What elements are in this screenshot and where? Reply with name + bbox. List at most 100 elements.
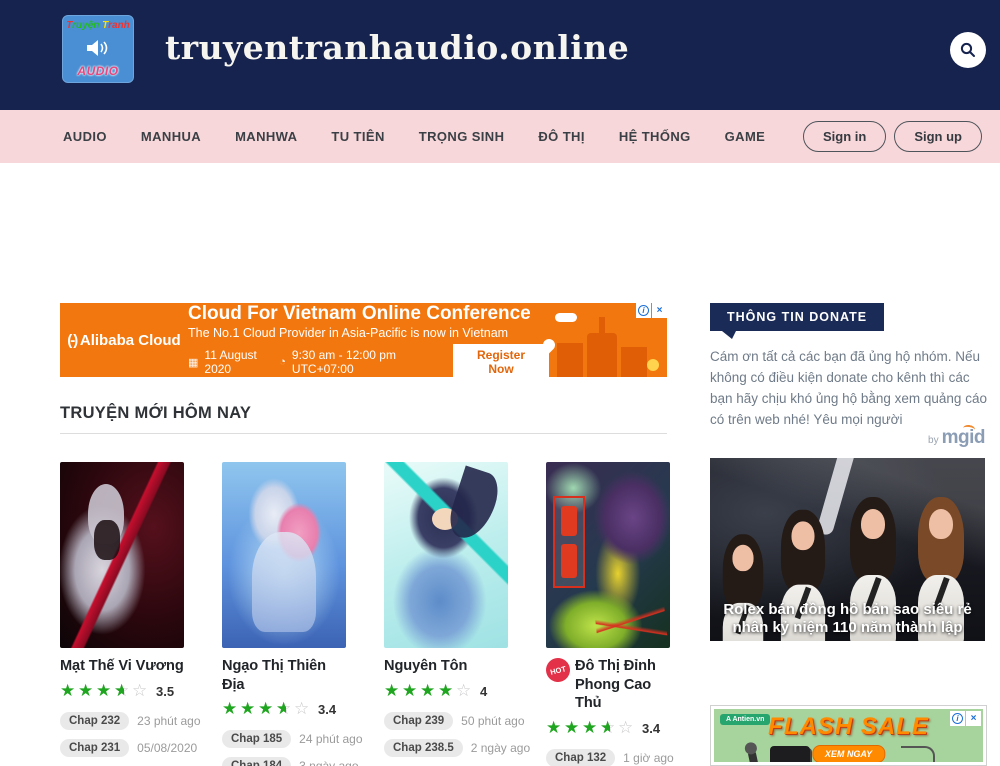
- chapter-time: 24 phút ago: [299, 732, 362, 746]
- search-button[interactable]: [950, 32, 986, 68]
- rating-stars: ★★★☆★☆: [60, 682, 150, 701]
- ad-close-icon[interactable]: ×: [966, 711, 981, 726]
- rating-stars: ★★★☆★☆: [546, 719, 636, 738]
- nav-item-game[interactable]: GAME: [725, 129, 766, 144]
- rating: ★★★☆★☆ 3.4: [222, 700, 346, 719]
- comic-cover-image[interactable]: [60, 462, 184, 648]
- chapter-list: Chap 185 24 phút ago Chap 184 3 ngày ago: [222, 730, 346, 766]
- mgid-by-label: by: [928, 435, 939, 446]
- chapter-badge[interactable]: Chap 232: [60, 712, 129, 730]
- xem-ngay-button[interactable]: XEM NGAY: [812, 745, 885, 762]
- ad-info-icon[interactable]: i: [636, 303, 651, 318]
- rating-value: 3.4: [318, 702, 336, 717]
- chapter-badge[interactable]: Chap 132: [546, 749, 615, 766]
- rating-value: 4: [480, 684, 487, 699]
- site-header: Truyện Tranh AUDIO truyentranhaudio.onli…: [0, 0, 1000, 110]
- comic-title[interactable]: Ngạo Thị Thiên Địa: [222, 657, 346, 694]
- chapter-row: Chap 231 05/08/2020: [60, 739, 184, 757]
- new-comics-grid: Mạt Thế Vi Vương ★★★☆★☆ 3.5 Chap 232 23 …: [60, 462, 672, 766]
- chapter-badge[interactable]: Chap 239: [384, 712, 453, 730]
- site-logo[interactable]: Truyện Tranh AUDIO: [62, 15, 134, 83]
- chapter-badge[interactable]: Chap 238.5: [384, 739, 463, 757]
- chapter-time: 23 phút ago: [137, 714, 200, 728]
- main-nav: AUDIO MANHUA MANHWA TU TIÊN TRỌNG SINH Đ…: [0, 110, 1000, 163]
- chapter-badge[interactable]: Chap 231: [60, 739, 129, 757]
- flash-sale-inner: A Antien.vn FLASH SALE XEM NGAY i ×: [714, 709, 983, 762]
- rating-stars: ★★★☆★☆: [222, 700, 312, 719]
- chapter-row: Chap 239 50 phút ago: [384, 712, 508, 730]
- ad-info-icon[interactable]: i: [950, 711, 965, 726]
- chapter-list: Chap 132 1 giờ ago Chap 131 05/08/2020: [546, 749, 670, 766]
- cover-script-decoration: [594, 604, 667, 645]
- comic-title[interactable]: Mạt Thế Vi Vương: [60, 657, 184, 676]
- microphone-product-image: [747, 749, 760, 762]
- calendar-icon: ▦: [188, 356, 198, 369]
- chapter-list: Chap 232 23 phút ago Chap 231 05/08/2020: [60, 712, 184, 757]
- building-shape: [557, 343, 583, 377]
- powerbank-product-image: [770, 746, 810, 762]
- flash-sale-ad[interactable]: A Antien.vn FLASH SALE XEM NGAY i ×: [710, 705, 987, 766]
- donate-ribbon-heading: THÔNG TIN DONATE: [710, 303, 884, 331]
- site-title[interactable]: truyentranhaudio.online: [165, 28, 629, 67]
- mgid-attribution[interactable]: bymgid: [710, 427, 985, 449]
- rating-value: 3.4: [642, 721, 660, 736]
- logo-script-text: Truyện Tranh: [66, 20, 130, 31]
- native-ad-caption: Rolex bán đồng hồ bản sao siêu rẻ nhân k…: [710, 601, 985, 637]
- alibaba-logo-icon: (-): [67, 332, 76, 349]
- comic-title[interactable]: Nguyên Tôn: [384, 657, 467, 676]
- nav-item-manhua[interactable]: MANHUA: [141, 129, 201, 144]
- register-now-button[interactable]: Register Now: [453, 344, 549, 377]
- ad-controls: i ×: [950, 711, 981, 726]
- comic-cover-image[interactable]: [222, 462, 346, 648]
- lamp-product-image: [901, 746, 935, 762]
- chapter-badge[interactable]: Chap 184: [222, 757, 291, 766]
- banner-subtitle: The No.1 Cloud Provider in Asia-Pacific …: [188, 326, 549, 340]
- alibaba-brand: (-) Alibaba Cloud: [60, 332, 188, 349]
- comic-cover-image[interactable]: [546, 462, 670, 648]
- cloud-icon: [555, 313, 577, 322]
- auth-buttons: Sign in Sign up: [803, 121, 982, 152]
- rating-stars: ★★★★☆: [384, 682, 474, 701]
- building-spire: [599, 317, 605, 333]
- chapter-badge[interactable]: Chap 185: [222, 730, 291, 748]
- native-ad-image[interactable]: Rolex bán đồng hồ bản sao siêu rẻ nhân k…: [710, 458, 985, 641]
- banner-title: Cloud For Vietnam Online Conference: [188, 303, 549, 324]
- section-divider: [60, 433, 667, 434]
- building-shape: [621, 347, 647, 377]
- chapter-time: 1 giờ ago: [623, 751, 674, 765]
- clock-icon: ◔: [279, 356, 286, 368]
- chapter-row: Chap 132 1 giờ ago: [546, 749, 670, 766]
- rating: ★★★★☆ 4: [384, 682, 508, 701]
- chapter-time: 05/08/2020: [137, 741, 197, 755]
- flash-sale-title: FLASH SALE: [714, 713, 983, 741]
- nav-item-trong-sinh[interactable]: TRỌNG SINH: [419, 129, 505, 144]
- sign-in-button[interactable]: Sign in: [803, 121, 886, 152]
- search-icon: [959, 41, 977, 59]
- nav-item-manhwa[interactable]: MANHWA: [235, 129, 297, 144]
- ad-close-icon[interactable]: ×: [652, 303, 667, 318]
- chapter-row: Chap 238.5 2 ngày ago: [384, 739, 508, 757]
- ad-controls: i ×: [636, 303, 667, 318]
- comic-cover-image[interactable]: [384, 462, 508, 648]
- nav-item-audio[interactable]: AUDIO: [63, 129, 107, 144]
- rating: ★★★☆★☆ 3.4: [546, 719, 670, 738]
- donate-text: Cám ơn tất cả các bạn đã ủng hộ nhóm. Nế…: [710, 346, 992, 430]
- nav-item-tu-tien[interactable]: TU TIÊN: [331, 129, 384, 144]
- hot-badge: HOT: [543, 655, 572, 684]
- chapter-list: Chap 239 50 phút ago Chap 238.5 2 ngày a…: [384, 712, 508, 757]
- mgid-logo: mgid: [942, 427, 985, 448]
- nav-item-do-thi[interactable]: ĐÔ THỊ: [538, 129, 584, 144]
- sign-up-button[interactable]: Sign up: [894, 121, 982, 152]
- chapter-row: Chap 232 23 phút ago: [60, 712, 184, 730]
- logo-audio-text: AUDIO: [77, 64, 118, 78]
- banner-schedule: ▦ 11 August 2020 ◔ 9:30 am - 12:00 pm UT…: [188, 344, 549, 377]
- chapter-time: 2 ngày ago: [471, 741, 530, 755]
- nav-item-he-thong[interactable]: HỆ THỐNG: [619, 129, 691, 144]
- rating: ★★★☆★☆ 3.5: [60, 682, 184, 701]
- banner-date: 11 August 2020: [204, 348, 273, 376]
- chapter-row: Chap 185 24 phút ago: [222, 730, 346, 748]
- alibaba-ad-banner[interactable]: (-) Alibaba Cloud Cloud For Vietnam Onli…: [60, 303, 667, 377]
- comic-card: Ngạo Thị Thiên Địa ★★★☆★☆ 3.4 Chap 185 2…: [222, 462, 346, 766]
- comic-title[interactable]: Đô Thị Đỉnh Phong Cao Thủ: [575, 657, 670, 713]
- building-shape: [587, 333, 617, 377]
